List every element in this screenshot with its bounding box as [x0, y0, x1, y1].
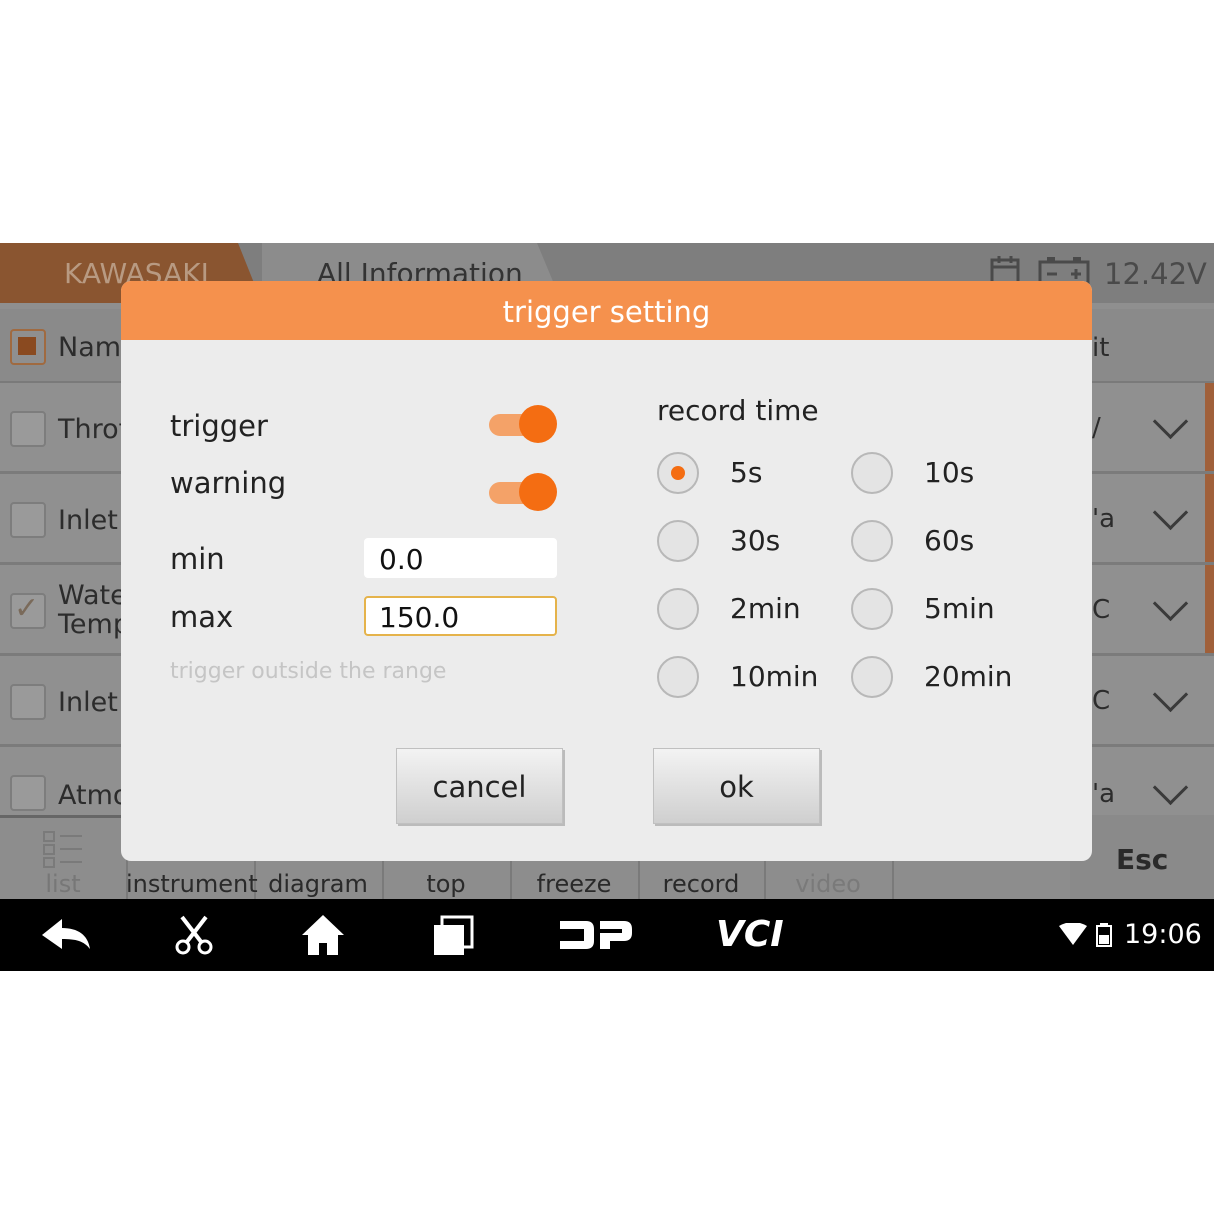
- home-icon[interactable]: [300, 913, 346, 971]
- toolbar-label: top: [426, 870, 466, 898]
- min-input[interactable]: 0.0: [364, 538, 557, 578]
- max-label: max: [170, 600, 234, 634]
- chevron-down-icon[interactable]: [1152, 769, 1189, 806]
- row-name: Throt: [58, 414, 130, 445]
- system-navbar: VCI 19:06: [0, 899, 1214, 971]
- warning-label: warning: [170, 466, 287, 500]
- dialog-title: trigger setting: [121, 281, 1092, 340]
- unit-column-header: it: [1092, 333, 1110, 363]
- toggle-knob: [519, 473, 557, 511]
- row-accent: [1205, 474, 1214, 562]
- row-checkbox[interactable]: [10, 502, 46, 538]
- toolbar-label: list: [45, 870, 81, 898]
- row-checkbox[interactable]: [10, 591, 46, 629]
- record-option-label: 5min: [924, 592, 995, 625]
- voltage-readout: 12.42V: [1104, 257, 1207, 291]
- row-accent: [1205, 565, 1214, 653]
- toolbar-label: diagram: [268, 870, 368, 898]
- row-value: /: [1092, 413, 1101, 443]
- trigger-toggle[interactable]: [487, 404, 557, 444]
- ok-button[interactable]: ok: [653, 748, 820, 824]
- esc-label: Esc: [1116, 843, 1169, 876]
- device-screen: KAWASAKI All Information 12.42V Name it …: [0, 243, 1214, 971]
- wifi-icon: [1058, 922, 1088, 971]
- chevron-down-icon[interactable]: [1152, 585, 1189, 622]
- record-option-label: 10s: [924, 456, 975, 489]
- battery-status-icon: [1096, 923, 1112, 971]
- record-60s-radio[interactable]: [851, 520, 893, 562]
- record-option-label: 60s: [924, 524, 975, 557]
- toolbar-label: record: [662, 870, 740, 898]
- row-checkbox[interactable]: [10, 684, 46, 720]
- record-10s-radio[interactable]: [851, 452, 893, 494]
- row-value: 'a: [1092, 779, 1116, 809]
- record-30s-radio[interactable]: [657, 520, 699, 562]
- row-checkbox[interactable]: [10, 775, 46, 811]
- row-checkbox[interactable]: [10, 411, 46, 447]
- record-10min-radio[interactable]: [657, 656, 699, 698]
- max-input[interactable]: 150.0: [364, 596, 557, 636]
- cancel-button[interactable]: cancel: [396, 748, 563, 824]
- record-option-label: 30s: [730, 524, 781, 557]
- record-time-label: record time: [657, 394, 819, 427]
- chevron-down-icon[interactable]: [1152, 403, 1189, 440]
- record-option-label: 2min: [730, 592, 801, 625]
- chevron-down-icon[interactable]: [1152, 494, 1189, 531]
- toolbar-list[interactable]: list: [0, 818, 128, 902]
- warning-toggle[interactable]: [487, 472, 557, 512]
- scissors-icon[interactable]: [172, 915, 216, 971]
- range-hint: trigger outside the range: [170, 659, 447, 684]
- row-value: C: [1092, 686, 1111, 716]
- row-value: C: [1092, 595, 1111, 625]
- row-accent: [1205, 383, 1214, 471]
- min-label: min: [170, 542, 225, 576]
- toggle-knob: [519, 405, 557, 443]
- record-5s-radio[interactable]: [657, 452, 699, 494]
- record-option-label: 10min: [730, 660, 819, 693]
- dp-logo-icon[interactable]: [556, 917, 634, 971]
- row-name: Atmo: [58, 780, 130, 811]
- row-value: 'a: [1092, 504, 1116, 534]
- select-all-checkbox[interactable]: [10, 329, 46, 365]
- list-icon: [43, 831, 82, 868]
- record-5min-radio[interactable]: [851, 588, 893, 630]
- toolbar-label: freeze: [536, 870, 612, 898]
- recent-apps-icon[interactable]: [432, 915, 474, 971]
- record-20min-radio[interactable]: [851, 656, 893, 698]
- record-2min-radio[interactable]: [657, 588, 699, 630]
- toolbar-label: instrument: [126, 870, 258, 898]
- record-option-label: 5s: [730, 456, 763, 489]
- trigger-label: trigger: [170, 409, 268, 443]
- trigger-setting-dialog: trigger setting trigger warning min 0.0 …: [121, 281, 1092, 861]
- chevron-down-icon[interactable]: [1152, 676, 1189, 713]
- toolbar-label: video: [795, 870, 861, 898]
- vci-icon[interactable]: VCI: [716, 913, 784, 971]
- record-option-label: 20min: [924, 660, 1013, 693]
- row-name: Wate Temp: [58, 580, 130, 640]
- back-icon[interactable]: [38, 915, 92, 971]
- clock: 19:06: [1124, 919, 1202, 950]
